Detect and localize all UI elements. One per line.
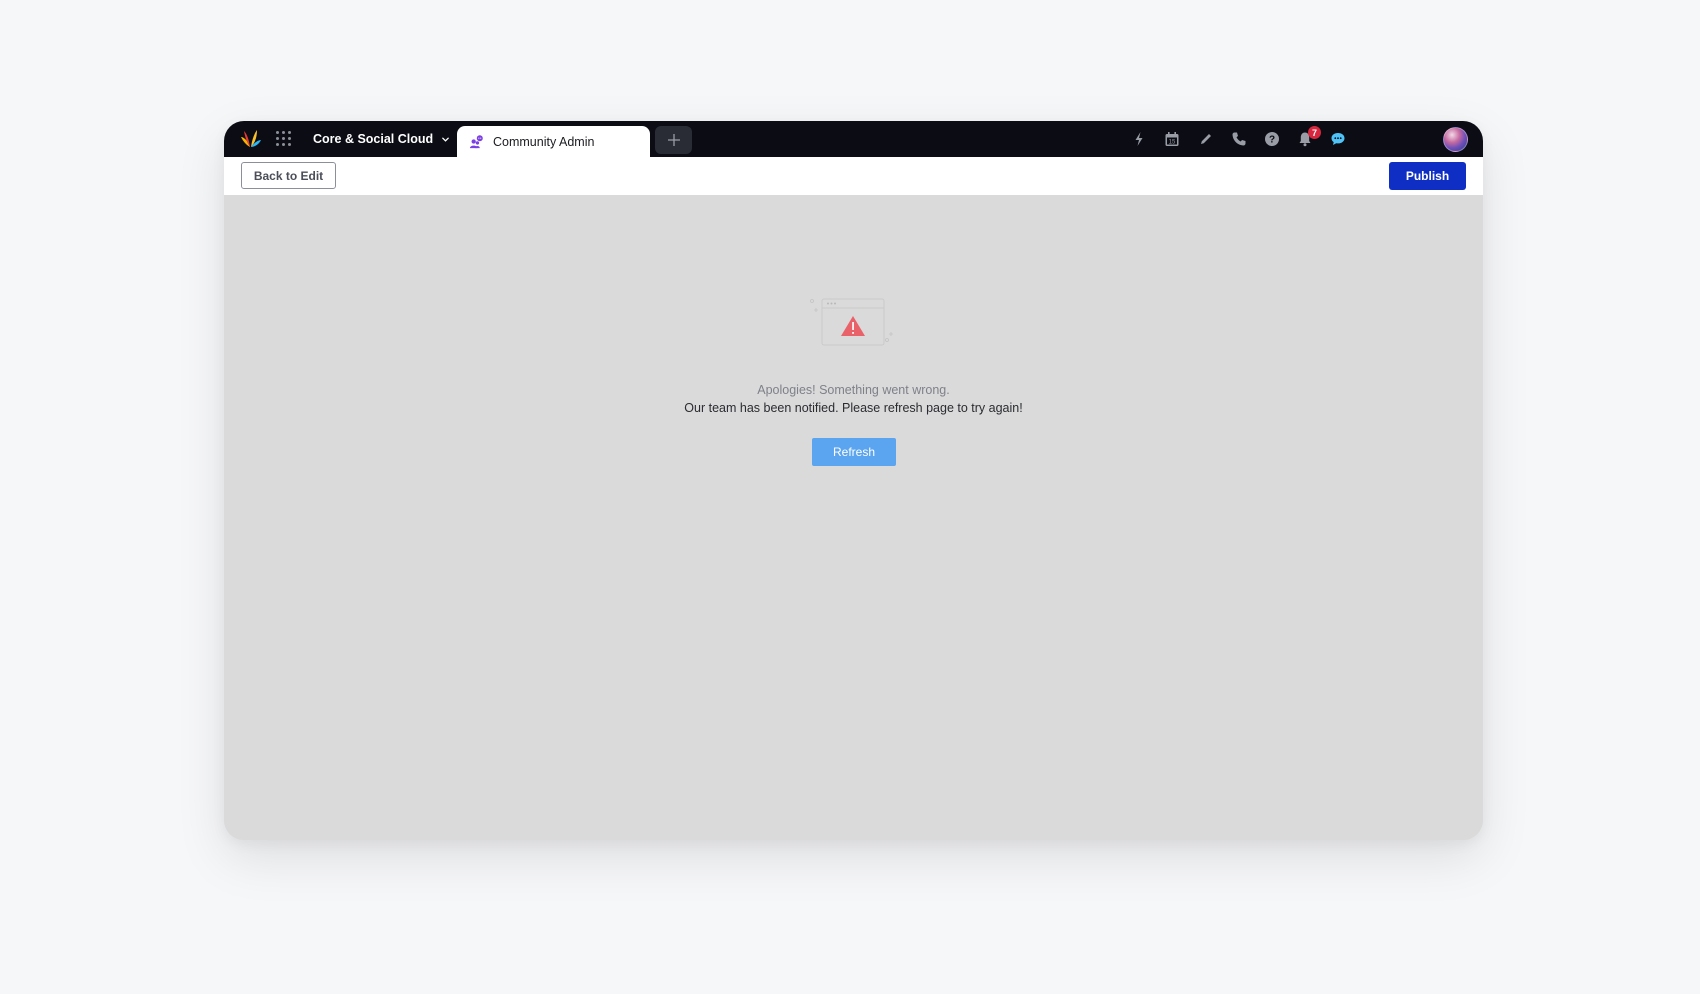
tab-community-admin[interactable]: Community Admin [457, 126, 650, 157]
calendar-button[interactable]: 15 [1163, 130, 1181, 148]
help-icon: ? [1265, 132, 1279, 146]
tab-label: Community Admin [493, 134, 595, 149]
chat-icon [1331, 133, 1345, 145]
plus-icon [667, 134, 680, 146]
user-avatar[interactable] [1443, 127, 1468, 152]
publish-button[interactable]: Publish [1389, 162, 1466, 190]
phone-button[interactable] [1230, 130, 1248, 148]
back-to-edit-button[interactable]: Back to Edit [241, 162, 336, 189]
error-illustration-icon [810, 298, 893, 346]
edit-button[interactable] [1197, 130, 1215, 148]
notifications-button[interactable]: 7 [1296, 126, 1321, 148]
notification-badge: 7 [1308, 126, 1321, 139]
calendar-icon: 15 [1165, 132, 1179, 146]
error-title: Apologies! Something went wrong. [757, 383, 950, 397]
logo-icon[interactable] [240, 129, 262, 149]
lightning-icon [1135, 132, 1143, 146]
svg-text:15: 15 [1169, 140, 1176, 146]
error-content-area: Apologies! Something went wrong. Our tea… [224, 195, 1483, 840]
community-icon [469, 135, 483, 149]
chevron-down-icon [442, 137, 449, 142]
add-tab-button[interactable] [655, 126, 692, 154]
pencil-icon [1201, 134, 1211, 144]
phone-icon [1232, 132, 1246, 146]
workspace-label: Core & Social Cloud [313, 132, 434, 146]
chat-button[interactable] [1329, 130, 1347, 148]
refresh-button[interactable]: Refresh [812, 438, 896, 466]
workspace-selector[interactable]: Core & Social Cloud [313, 121, 450, 157]
top-navbar: Core & Social Cloud Community Admin 15 ?… [224, 121, 1483, 157]
editor-toolbar: Back to Edit Publish [224, 157, 1483, 195]
help-button[interactable]: ? [1263, 130, 1281, 148]
error-message: Our team has been notified. Please refre… [684, 401, 1023, 415]
app-window: Core & Social Cloud Community Admin 15 ?… [224, 121, 1483, 840]
app-launcher-icon[interactable] [276, 131, 292, 147]
lightning-button[interactable] [1130, 130, 1148, 148]
svg-text:?: ? [1269, 135, 1275, 146]
